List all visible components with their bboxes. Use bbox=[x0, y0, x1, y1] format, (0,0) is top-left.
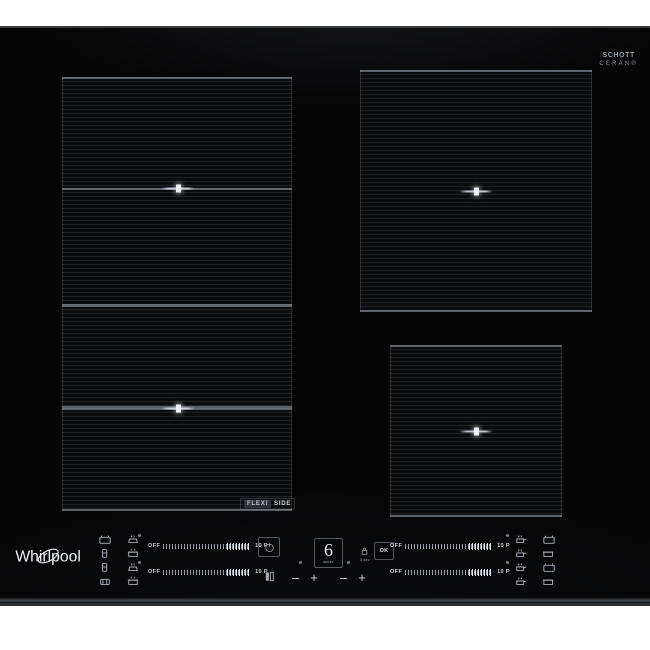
minus-plus-right[interactable]: – + bbox=[340, 571, 366, 584]
right-slider-1[interactable]: OFF 10 P bbox=[390, 533, 510, 559]
left-slider-1[interactable]: OFF 10 P bbox=[148, 533, 268, 559]
left-slider-1-off-label: OFF bbox=[148, 543, 161, 549]
cooking-zone-left-flexi-lower2 bbox=[62, 408, 292, 511]
simmer-icon[interactable] bbox=[96, 560, 114, 574]
right-function-icon-grid[interactable] bbox=[512, 532, 558, 588]
fry-icon[interactable] bbox=[512, 532, 530, 546]
ok-button-label: OK bbox=[379, 548, 389, 554]
left-slider-2-highlight bbox=[227, 568, 250, 576]
minus-left[interactable]: – bbox=[292, 571, 299, 584]
zone-edge-right bbox=[591, 70, 592, 312]
right-slider-2[interactable]: OFF 10 P bbox=[390, 559, 510, 585]
zone-edge-left bbox=[62, 77, 63, 195]
sixth-sense-button[interactable]: 6 sense bbox=[314, 538, 343, 568]
minus-right[interactable]: – bbox=[340, 571, 347, 584]
minus-plus-left[interactable]: – + bbox=[292, 571, 318, 584]
side-word: SIDE bbox=[274, 501, 292, 507]
fry-4-icon[interactable] bbox=[512, 574, 530, 588]
right-slider-1-highlight bbox=[469, 542, 492, 550]
cooking-zone-left-flexi-lower bbox=[62, 188, 292, 306]
left-function-icon-grid[interactable] bbox=[96, 532, 142, 588]
zone-center-marker bbox=[161, 184, 195, 193]
timer-2-icon[interactable] bbox=[540, 532, 558, 546]
whirlpool-logo: Whirlpool bbox=[14, 543, 96, 569]
left-slider-2[interactable]: OFF 10 P bbox=[148, 559, 268, 585]
zone-edge-left bbox=[62, 408, 63, 511]
pan-2-icon[interactable] bbox=[540, 574, 558, 588]
right-slider-2-max-label: 10 P bbox=[497, 569, 510, 575]
zone-center-marker bbox=[161, 404, 195, 413]
marker-dot bbox=[473, 187, 479, 195]
schott-ceran-logo: SCHOTT CERAN® bbox=[599, 52, 638, 68]
left-slider-dot-2 bbox=[138, 561, 141, 564]
left-slider-group: OFF 10 P OFF 10 P bbox=[138, 533, 268, 585]
right-slider-1-track[interactable] bbox=[405, 542, 492, 550]
minus-plus-left-dot bbox=[299, 561, 302, 564]
right-slider-1-max-label: 10 P bbox=[497, 543, 510, 549]
lock-icon bbox=[360, 547, 370, 557]
left-slider-2-off-label: OFF bbox=[148, 569, 161, 575]
grill-icon[interactable] bbox=[96, 574, 114, 588]
schott-line-2: CERAN® bbox=[599, 60, 638, 67]
zone-center-marker bbox=[459, 187, 493, 196]
flexi-chip: FLEXI bbox=[244, 500, 272, 508]
marker-dot bbox=[473, 427, 479, 435]
marker-dot bbox=[175, 404, 181, 412]
right-slider-2-off-label: OFF bbox=[390, 569, 403, 575]
pan-icon[interactable] bbox=[540, 546, 558, 560]
key-lock-hold-label: 3 sec bbox=[360, 558, 370, 562]
timer-3-icon[interactable] bbox=[540, 560, 558, 574]
zone-edge-right bbox=[291, 408, 292, 511]
melt-icon[interactable] bbox=[96, 546, 114, 560]
right-slider-2-track[interactable] bbox=[405, 568, 492, 576]
plus-right[interactable]: + bbox=[358, 571, 366, 584]
zone-edge-right bbox=[291, 305, 292, 408]
minus-plus-right-dot bbox=[347, 561, 350, 564]
right-slider-2-highlight bbox=[469, 568, 492, 576]
zone-edge-right bbox=[291, 188, 292, 306]
zone-edge-left bbox=[360, 70, 361, 312]
cooking-zone-left-flexi-upper bbox=[62, 77, 292, 195]
fry-2-icon[interactable] bbox=[512, 546, 530, 560]
left-slider-1-highlight bbox=[227, 542, 250, 550]
flexi-side-label: FLEXI SIDE bbox=[240, 498, 296, 510]
zone-edge-left bbox=[62, 188, 63, 306]
timer-icon[interactable] bbox=[96, 532, 114, 546]
left-slider-2-track[interactable] bbox=[163, 568, 250, 576]
marker-dot bbox=[175, 184, 181, 192]
sixth-sense-number: 6 bbox=[324, 539, 333, 560]
zone-edge-left bbox=[62, 305, 63, 408]
cooking-zone-left-flexi-upper2 bbox=[62, 305, 292, 408]
key-lock-indicator[interactable]: 3 sec bbox=[360, 547, 370, 562]
svg-text:Whirlpool: Whirlpool bbox=[15, 548, 80, 565]
zone-edge-right bbox=[561, 345, 562, 517]
zone-center-marker bbox=[459, 427, 493, 436]
schott-line-1: SCHOTT bbox=[602, 52, 635, 59]
left-slider-1-track[interactable] bbox=[163, 542, 250, 550]
induction-hob-surface: SCHOTT CERAN® FLEXI SIDE Whirlpool OFF 1… bbox=[0, 26, 650, 606]
pause-icon bbox=[265, 571, 274, 582]
sixth-sense-caption: sense bbox=[323, 560, 334, 565]
boil-pot-2-icon[interactable] bbox=[124, 574, 142, 588]
boil-pot-icon[interactable] bbox=[124, 546, 142, 560]
power-icon bbox=[264, 542, 274, 552]
fry-3-icon[interactable] bbox=[512, 560, 530, 574]
plus-left[interactable]: + bbox=[310, 571, 318, 584]
zone-edge-left bbox=[390, 345, 391, 517]
control-panel: Whirlpool OFF 10 P OFF 10 P – + – + 6 se… bbox=[0, 515, 650, 603]
left-slider-dot-1 bbox=[138, 534, 141, 537]
power-button[interactable] bbox=[258, 537, 280, 557]
pause-button[interactable] bbox=[264, 570, 276, 583]
right-slider-1-off-label: OFF bbox=[390, 543, 403, 549]
right-slider-group: OFF 10 P OFF 10 P bbox=[390, 533, 510, 585]
zone-edge-right bbox=[291, 77, 292, 195]
